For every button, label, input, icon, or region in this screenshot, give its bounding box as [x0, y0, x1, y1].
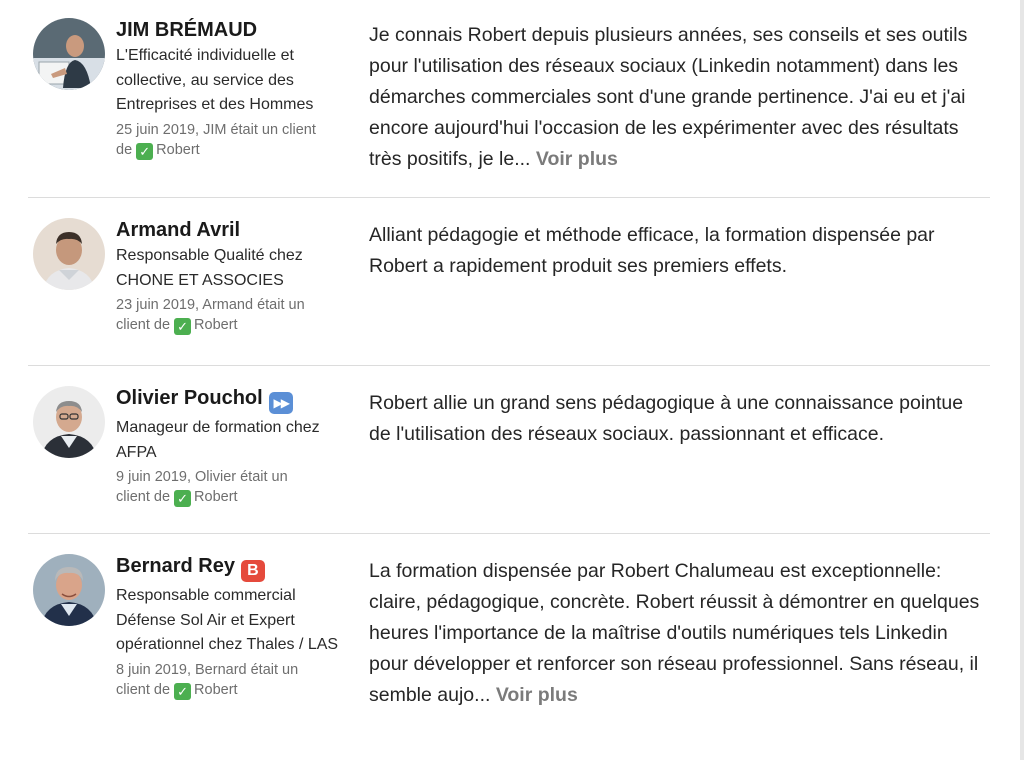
recommender-info: Armand Avril Responsable Qualité chez CH… [116, 218, 356, 335]
recommendation-text: Robert allie un grand sens pédagogique à… [369, 392, 964, 445]
avatar-photo [33, 554, 105, 626]
check-mark-icon: ✓ [174, 318, 192, 335]
avatar[interactable] [33, 554, 105, 626]
recommender-headline: L'Efficacité individuelle et collective,… [116, 47, 314, 113]
letter-b-icon: B [240, 560, 265, 582]
client-name[interactable]: Robert [156, 142, 200, 158]
recommendation-item: JIM BRÉMAUD L'Efficacité individuelle et… [28, 18, 990, 198]
divider [28, 197, 990, 198]
recommender-name[interactable]: Bernard Rey B [116, 554, 356, 582]
recommendation-item: Armand Avril Responsable Qualité chez CH… [28, 218, 990, 366]
recommendation-text: La formation dispensée par Robert Chalum… [369, 560, 980, 706]
recommendation-text: Je connais Robert depuis plusieurs année… [369, 24, 968, 170]
recommender-info: Bernard Rey B Responsable commercial Défe… [116, 554, 356, 700]
recommender-name[interactable]: Armand Avril [116, 218, 356, 242]
avatar-photo [33, 218, 105, 290]
avatar[interactable] [33, 218, 105, 290]
recommendation-item: Bernard Rey B Responsable commercial Défe… [28, 554, 990, 760]
see-more-link[interactable]: Voir plus [496, 684, 578, 706]
client-name[interactable]: Robert [194, 317, 238, 333]
scrollbar-edge [1020, 0, 1024, 760]
divider [28, 365, 990, 366]
recommendation-date: 9 juin 2019, Olivier était un client de … [116, 469, 288, 507]
recommender-headline: Responsable commercial Défense Sol Air e… [116, 587, 339, 653]
avatar[interactable] [33, 18, 105, 90]
check-mark-icon: ✓ [174, 682, 192, 700]
recommendation-date: 8 juin 2019, Bernard était un client de … [116, 661, 299, 700]
recommender-info: Olivier Pouchol ▶▶ Manageur de formation … [116, 386, 356, 507]
recommendation-item: Olivier Pouchol ▶▶ Manageur de formation … [28, 386, 990, 534]
recommendation-date: 25 juin 2019, JIM était un client de ✓ Ro… [116, 121, 316, 160]
recommender-name[interactable]: JIM BRÉMAUD [116, 18, 356, 42]
recommendation-text: Alliant pédagogie et méthode efficace, l… [369, 224, 935, 277]
recommender-headline: Manageur de formation chez AFPA [116, 419, 320, 461]
see-more-link[interactable]: Voir plus [536, 148, 618, 170]
avatar-photo [33, 18, 105, 90]
avatar[interactable] [33, 386, 105, 458]
check-mark-icon: ✓ [174, 490, 192, 507]
recommendation-date: 23 juin 2019, Armand était un client de … [116, 297, 305, 335]
check-mark-icon: ✓ [136, 142, 154, 160]
recommender-name[interactable]: Olivier Pouchol ▶▶ [116, 386, 356, 414]
avatar-photo [33, 386, 105, 458]
divider [28, 533, 990, 534]
client-name[interactable]: Robert [194, 682, 238, 698]
recommender-headline: Responsable Qualité chez CHONE ET ASSOCI… [116, 247, 303, 289]
client-name[interactable]: Robert [194, 489, 238, 505]
fast-forward-icon: ▶▶ [268, 392, 293, 414]
recommender-info: JIM BRÉMAUD L'Efficacité individuelle et… [116, 18, 356, 160]
